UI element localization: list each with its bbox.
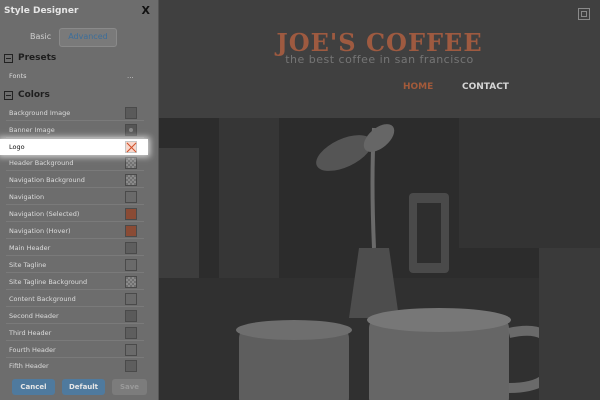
color-row-navigation-hover[interactable]: Navigation (Hover) — [0, 223, 158, 239]
colors-section-header[interactable]: Colors — [4, 90, 50, 100]
color-row-main-header[interactable]: Main Header — [0, 240, 158, 256]
presets-section-header[interactable]: Presets — [4, 53, 56, 63]
divider — [6, 137, 144, 138]
divider — [6, 306, 144, 307]
color-row-background-image[interactable]: Background Image — [0, 105, 158, 121]
presets-heading: Presets — [18, 53, 57, 63]
color-row-label: Banner Image — [9, 126, 55, 134]
divider — [6, 340, 144, 341]
collapse-icon[interactable] — [4, 53, 13, 63]
color-row-label: Logo — [9, 143, 25, 151]
color-swatch[interactable] — [125, 293, 137, 305]
fonts-label: Fonts — [9, 72, 27, 80]
color-row-navigation-background[interactable]: Navigation Background — [0, 172, 158, 188]
save-button[interactable]: Save — [112, 379, 147, 395]
color-row-site-tagline[interactable]: Site Tagline — [0, 257, 158, 273]
color-swatch[interactable] — [125, 310, 137, 322]
collapse-icon[interactable] — [4, 90, 13, 100]
color-swatch[interactable] — [125, 360, 137, 372]
divider — [6, 120, 144, 121]
color-row-banner-image[interactable]: Banner Image — [0, 122, 158, 138]
logo-swatch-icon[interactable] — [125, 141, 137, 153]
color-row-logo[interactable]: Logo — [0, 139, 148, 155]
divider — [6, 221, 144, 222]
transparent-swatch[interactable] — [125, 157, 137, 169]
color-row-label: Second Header — [9, 312, 59, 320]
cancel-button[interactable]: Cancel — [12, 379, 55, 395]
color-swatch[interactable] — [125, 344, 137, 356]
tab-advanced[interactable]: Advanced — [59, 28, 117, 47]
color-row-label: Fifth Header — [9, 362, 49, 370]
color-swatch[interactable] — [125, 208, 137, 220]
image-swatch-icon[interactable] — [125, 124, 137, 136]
color-swatch[interactable] — [125, 225, 137, 237]
color-row-label: Content Background — [9, 295, 76, 303]
expand-icon[interactable] — [578, 8, 590, 20]
style-designer-panel: Style Designer X Basic Advanced Presets … — [0, 0, 159, 400]
color-row-header-background[interactable]: Header Background — [0, 155, 158, 171]
site-preview: JOE'S COFFEE the best coffee in san fran… — [159, 0, 600, 400]
color-row-navigation-selected[interactable]: Navigation (Selected) — [0, 206, 158, 222]
transparent-swatch[interactable] — [125, 174, 137, 186]
colors-heading: Colors — [18, 90, 50, 100]
nav-home-link[interactable]: HOME — [403, 82, 433, 92]
mode-tabs: Basic Advanced — [22, 28, 117, 47]
color-row-label: Navigation (Selected) — [9, 210, 80, 218]
color-row-site-tagline-background[interactable]: Site Tagline Background — [0, 274, 158, 290]
color-row-label: Third Header — [9, 329, 52, 337]
close-button[interactable]: X — [142, 4, 150, 17]
color-row-label: Fourth Header — [9, 346, 56, 354]
color-row-label: Background Image — [9, 109, 71, 117]
divider — [6, 323, 144, 324]
color-swatch[interactable] — [125, 107, 137, 119]
transparent-swatch[interactable] — [125, 276, 137, 288]
color-swatch[interactable] — [125, 191, 137, 203]
divider — [6, 255, 144, 256]
coffee-shop-photo-image — [159, 118, 600, 400]
color-row-label: Header Background — [9, 159, 74, 167]
tab-basic[interactable]: Basic — [22, 28, 59, 45]
divider — [6, 170, 144, 171]
color-row-navigation[interactable]: Navigation — [0, 189, 158, 205]
divider — [6, 289, 144, 290]
site-tagline: the best coffee in san francisco — [285, 53, 474, 66]
color-row-label: Main Header — [9, 244, 51, 252]
color-row-fourth-header[interactable]: Fourth Header — [0, 342, 158, 358]
color-row-label: Navigation (Hover) — [9, 227, 71, 235]
color-swatch[interactable] — [125, 242, 137, 254]
color-swatch[interactable] — [125, 327, 137, 339]
color-row-label: Navigation Background — [9, 176, 85, 184]
color-row-label: Navigation — [9, 193, 45, 201]
color-swatch[interactable] — [125, 259, 137, 271]
divider — [6, 204, 144, 205]
divider — [6, 238, 144, 239]
divider — [6, 187, 144, 188]
color-row-fifth-header[interactable]: Fifth Header — [0, 358, 158, 374]
color-row-label: Site Tagline Background — [9, 278, 88, 286]
banner-photo — [159, 118, 600, 400]
color-row-label: Site Tagline — [9, 261, 47, 269]
more-icon[interactable]: ... — [127, 68, 134, 84]
nav-contact-link[interactable]: CONTACT — [462, 82, 509, 92]
panel-title: Style Designer — [4, 6, 79, 16]
default-button[interactable]: Default — [62, 379, 105, 395]
color-row-third-header[interactable]: Third Header — [0, 325, 158, 341]
divider — [6, 272, 144, 273]
color-row-second-header[interactable]: Second Header — [0, 308, 158, 324]
fonts-row[interactable]: Fonts ... — [0, 68, 158, 84]
color-row-content-background[interactable]: Content Background — [0, 291, 158, 307]
